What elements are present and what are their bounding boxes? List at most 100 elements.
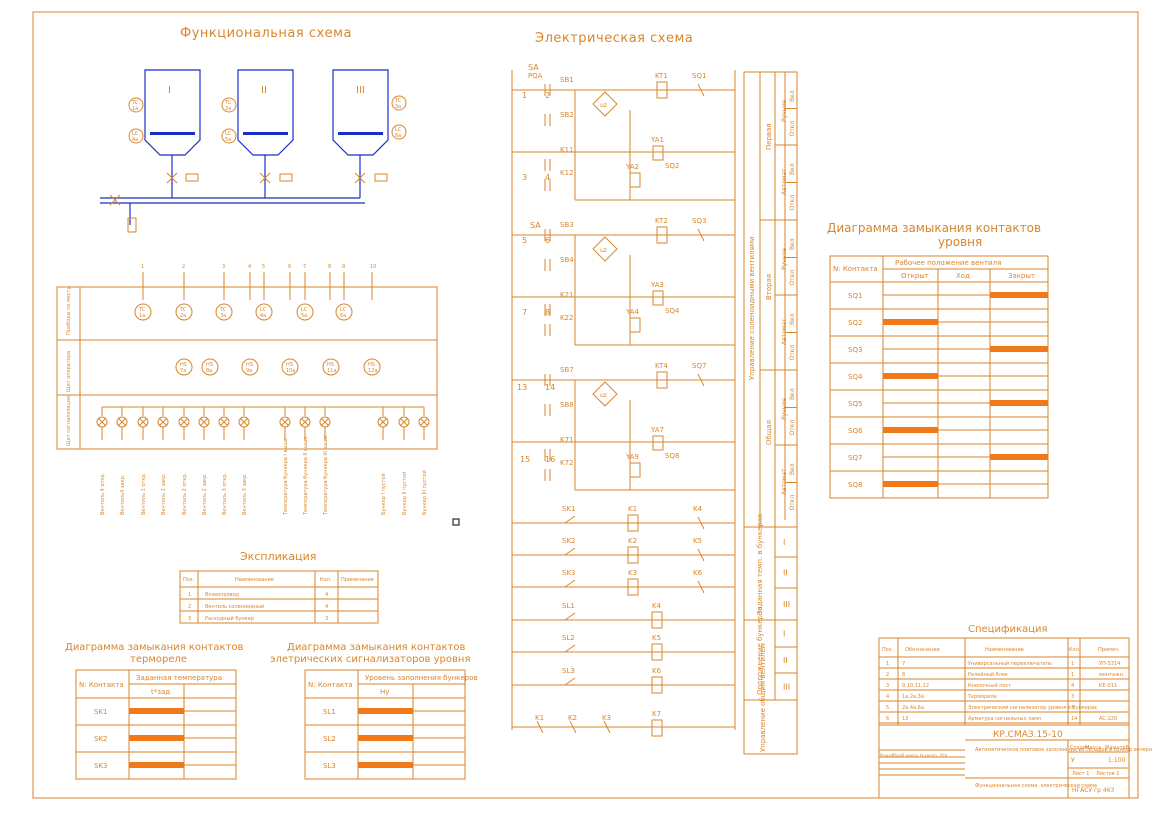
- instrument-tag: 6a: [340, 313, 346, 319]
- switch-tag: 7a: [180, 368, 186, 374]
- diagram-col-header: Заданная температура: [136, 674, 222, 682]
- spec-header: Обозначение: [905, 647, 940, 653]
- switch-contact: [564, 612, 576, 621]
- relay-label: K3: [628, 569, 637, 577]
- spec-cell: Термореле: [967, 694, 997, 700]
- elec-label: K12: [560, 169, 574, 177]
- elec-label: K22: [560, 314, 574, 322]
- spec-cell: 1: [1071, 672, 1074, 678]
- spec-cell: 1: [886, 661, 889, 667]
- panel-state: Откл: [789, 345, 796, 361]
- thermo-title-line1: Диаграмма замыкания контактов: [65, 642, 243, 653]
- bridge-label: uz: [600, 102, 607, 109]
- level-col-header: N: Контакта: [833, 265, 878, 273]
- electrical-title: Электрическая схема: [535, 31, 693, 46]
- diagram-col-header: Уровень заполнения бункеров: [365, 674, 478, 682]
- contact-closed-bar: [883, 427, 938, 433]
- diagram-sub-header: t*зад: [151, 688, 170, 696]
- spec-cell: 4: [1071, 683, 1074, 689]
- switch-label: SL1: [562, 602, 575, 610]
- elec-label: SB1: [560, 76, 574, 84]
- contact-closed-bar: [990, 292, 1048, 298]
- lamp-cross: [220, 418, 228, 426]
- elec-label: SA: [530, 221, 541, 230]
- panel-label: Управление общим вентилем: [759, 643, 767, 752]
- elec-label: SQ2: [665, 162, 679, 170]
- contact-closed-bar: [883, 481, 938, 487]
- signal-label: Вентиль 2 откр.: [182, 472, 188, 515]
- switch-tag: 8a: [206, 368, 212, 374]
- explication-header: Поз.: [183, 577, 194, 583]
- elec-label: KT2: [655, 217, 668, 225]
- bunker-3: [332, 69, 389, 156]
- level-row-label: SQ8: [848, 481, 862, 489]
- panel-state: Откл: [789, 195, 796, 211]
- selection-handle[interactable]: [452, 518, 460, 526]
- lamp-cross: [281, 418, 289, 426]
- instrument-tag: 3a: [220, 313, 226, 319]
- panel-state: Откл: [789, 420, 796, 436]
- panel-label: Заданная темп. в бункерах: [756, 514, 764, 615]
- relay-label: K5: [693, 537, 702, 545]
- lamp-cross: [301, 418, 309, 426]
- switch-label: SL2: [562, 634, 575, 642]
- column-number: 3: [222, 264, 225, 270]
- functional-row-label: Щит сигнализации: [66, 396, 72, 446]
- explication-cell: 2: [188, 604, 191, 610]
- spec-cell: Релейный блок: [968, 671, 1008, 678]
- switch-tag: 12a: [368, 368, 377, 374]
- spec-cell: 5: [886, 705, 889, 711]
- switch-contact: [564, 579, 576, 588]
- level-title-line2: уровня: [938, 235, 982, 249]
- elec-label: SQ7: [692, 362, 706, 370]
- spec-cell: 2: [886, 672, 889, 678]
- switch-label: SK3: [562, 569, 576, 577]
- diagram-col-header: N: Контакта: [308, 681, 353, 689]
- explication-title: Экспликация: [240, 550, 316, 563]
- spec-cell: монтажн.: [1099, 672, 1125, 678]
- level-row-label: SQ1: [848, 292, 862, 300]
- column-number: 1: [141, 264, 144, 270]
- bunker-2: [237, 69, 294, 156]
- contact-closed-bar: [883, 319, 938, 325]
- instrument-tag: 3a: [395, 104, 401, 110]
- panel-group: Вторая: [765, 274, 773, 300]
- panel-roman: I: [783, 538, 785, 547]
- explication-cell: 4: [325, 604, 328, 610]
- level-row-label: SQ2: [848, 319, 862, 327]
- solenoid-coil: [629, 462, 641, 478]
- relay-label: K7: [652, 710, 661, 718]
- explication-cell: 3: [188, 616, 191, 622]
- spec-cell: Электрический сигнализатор уровня в бунк…: [968, 704, 1097, 711]
- elec-label: SQ4: [665, 307, 680, 315]
- elec-label: K71: [560, 436, 574, 444]
- line-number: 5: [522, 236, 527, 245]
- bridge-label: uz: [600, 247, 607, 254]
- diagram-sub-header: Нy: [380, 688, 389, 696]
- level-diagram: N: Контакта Рабочее положение вентиля Откр…: [829, 255, 1049, 499]
- contact-closed-bar: [129, 708, 184, 714]
- electrical-right-panel: Управление соленоидными вентилями Первая В…: [743, 71, 798, 755]
- instrument-tag: 2a: [225, 106, 231, 112]
- panel-roman: III: [783, 600, 790, 609]
- drawing-sheet: Функциональная схема I II III TC1aTC2aTC3a…: [32, 11, 1152, 799]
- diagram-col-header: N: Контакта: [79, 681, 124, 689]
- elec-label: SQ3: [692, 217, 706, 225]
- electrical-scheme: SAPQA1234567813141516SB1SB2K11K12uzKT1SQ…: [511, 63, 736, 737]
- panel-roman: II: [783, 569, 788, 578]
- level-sub-header: Закрыт: [1008, 272, 1035, 280]
- bunker-label: I: [168, 85, 171, 96]
- explication-cell: 4: [325, 592, 328, 598]
- signal-label: Вентиль 2 закр.: [202, 473, 208, 515]
- elec-label: PQA: [528, 72, 543, 80]
- line-number: 13: [517, 383, 527, 392]
- contact-closed-bar: [129, 762, 184, 768]
- specification-table: Поз. Обозначение Наименование Кол. Примеч. 1 7…: [878, 637, 1152, 799]
- explication-table: Поз. Наименование Кол. Примечание 1 Возвопров…: [179, 570, 379, 624]
- bunker-label: II: [261, 85, 267, 96]
- spec-cell: 13: [902, 716, 908, 722]
- column-number: 6: [288, 264, 291, 270]
- relay-label: K3: [602, 714, 611, 722]
- diagram-row-label: SL2: [323, 735, 336, 743]
- elec-label: YA2: [625, 163, 639, 171]
